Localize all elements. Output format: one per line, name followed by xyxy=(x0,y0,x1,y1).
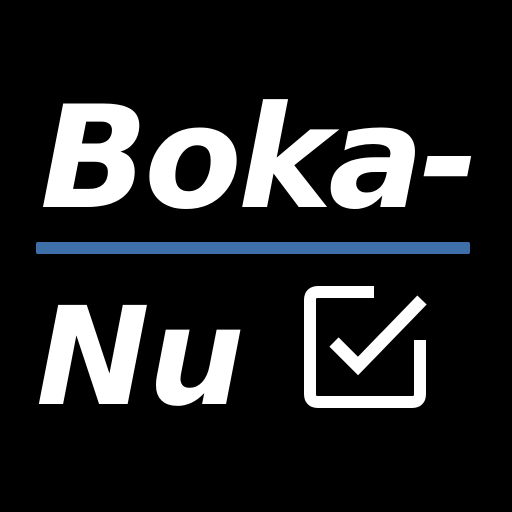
logo-text-line2: Nu xyxy=(36,279,245,437)
logo-text-line1: Boka- xyxy=(40,76,479,241)
logo-divider xyxy=(36,242,470,254)
checkbox-checked-icon xyxy=(304,286,427,408)
logo-canvas: Boka- Nu xyxy=(0,0,512,512)
